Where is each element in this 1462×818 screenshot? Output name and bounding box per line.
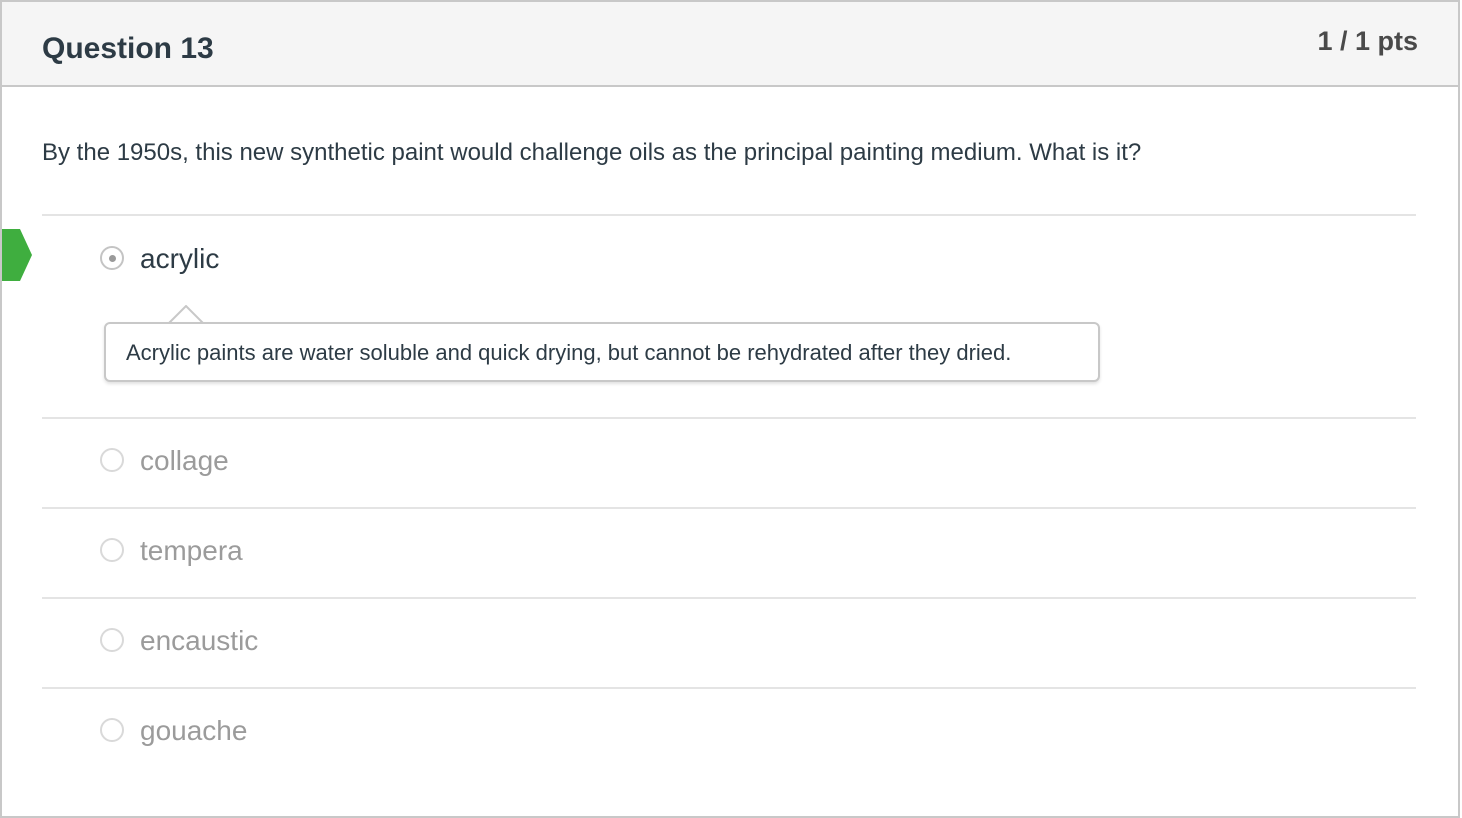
radio-button-collage[interactable] <box>100 448 124 472</box>
correct-answer-arrow-icon <box>2 229 32 281</box>
radio-button-tempera[interactable] <box>100 538 124 562</box>
question-header: Question 13 1 / 1 pts <box>2 2 1458 87</box>
answer-option-tempera[interactable]: tempera <box>42 520 1416 580</box>
answer-divider <box>42 417 1416 419</box>
points-score: 1 / 1 pts <box>1317 26 1418 56</box>
answer-label-tempera: tempera <box>140 535 243 566</box>
quiz-question-card: Question 13 1 / 1 pts By the 1950s, this… <box>0 0 1460 818</box>
answer-label-acrylic: acrylic <box>140 243 220 274</box>
radio-selected-dot-icon <box>109 255 116 262</box>
answer-divider <box>42 214 1416 216</box>
answer-option-encaustic[interactable]: encaustic <box>42 610 1416 670</box>
answer-label-collage: collage <box>140 445 229 476</box>
question-text: By the 1950s, this new synthetic paint w… <box>42 139 1142 166</box>
answer-divider <box>42 507 1416 509</box>
answer-comment-text: Acrylic paints are water soluble and qui… <box>126 340 1012 365</box>
answer-option-acrylic[interactable]: acrylic <box>42 228 1416 288</box>
answer-label-encaustic: encaustic <box>140 625 259 656</box>
radio-button-encaustic[interactable] <box>100 628 124 652</box>
answer-option-collage[interactable]: collage <box>42 430 1416 490</box>
answer-divider <box>42 687 1416 689</box>
answer-comment-box: Acrylic paints are water soluble and qui… <box>104 322 1100 382</box>
radio-button-acrylic[interactable] <box>100 246 124 270</box>
radio-button-gouache[interactable] <box>100 718 124 742</box>
answer-option-gouache[interactable]: gouache <box>42 700 1416 760</box>
answer-divider <box>42 597 1416 599</box>
question-title: Question 13 <box>42 32 214 65</box>
answer-label-gouache: gouache <box>140 715 248 746</box>
